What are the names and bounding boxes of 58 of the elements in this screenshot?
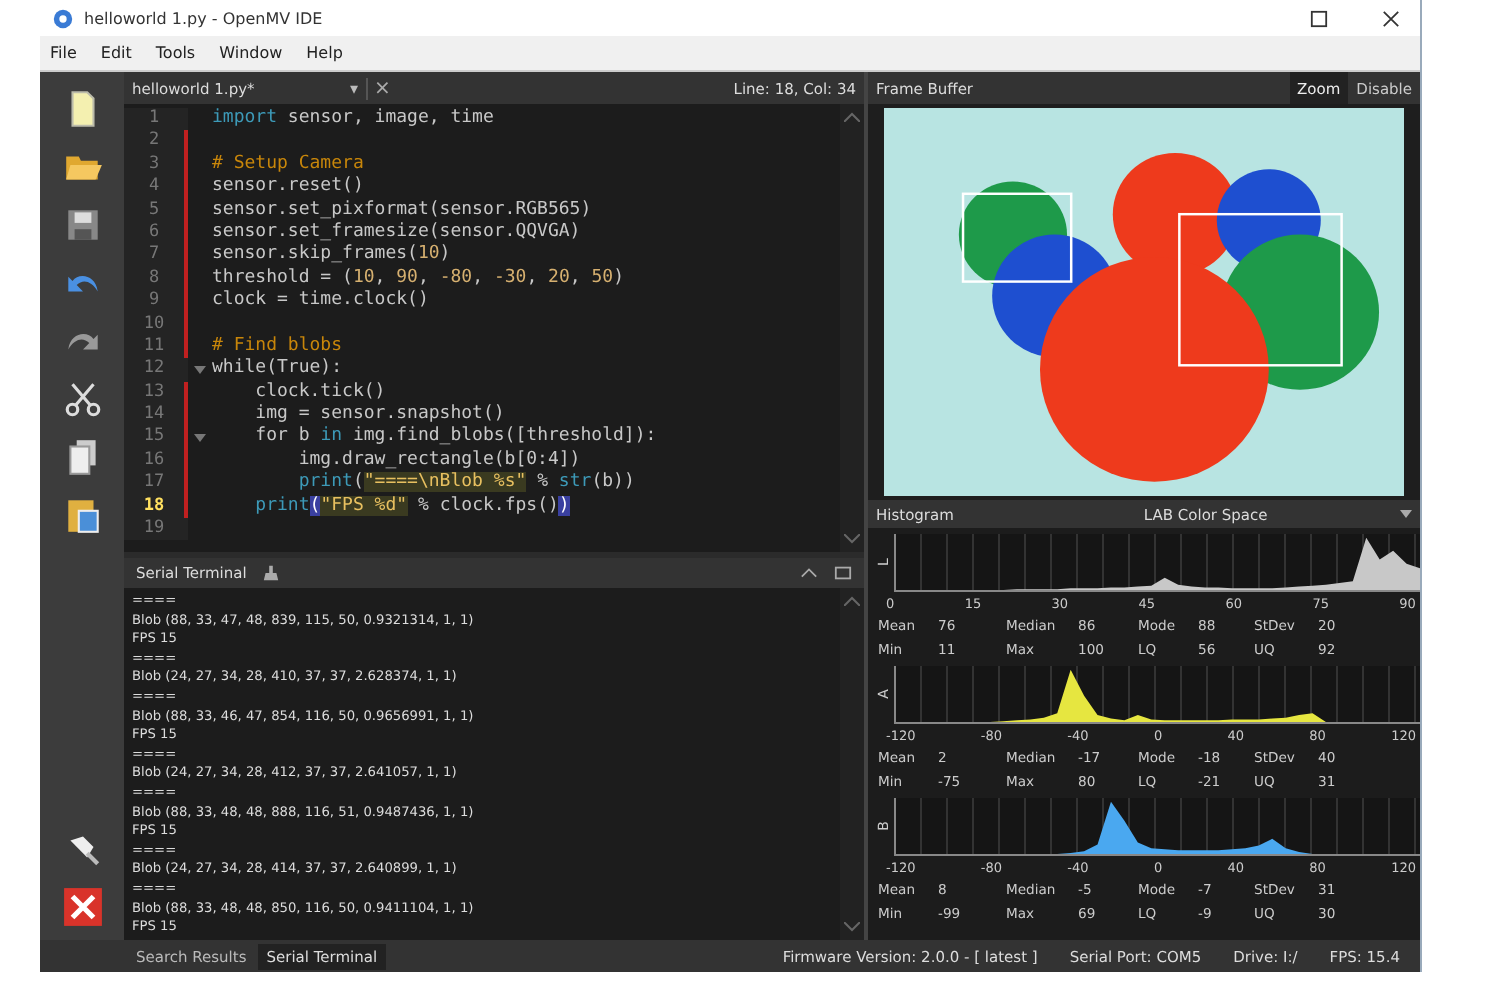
tab-close-button[interactable]: × (366, 77, 397, 99)
app-logo-icon (52, 7, 74, 29)
line-number: 6 (124, 221, 184, 245)
code-line: # Setup Camera (212, 153, 364, 176)
line-number: 1 (124, 108, 184, 131)
menu-item[interactable]: Tools (155, 44, 196, 62)
fold-icon[interactable] (194, 365, 206, 374)
code-line: for b in img.find_blobs([threshold]): (253, 426, 657, 450)
line-number: 13 (124, 381, 184, 405)
line-number: 14 (124, 404, 184, 427)
fold-icon[interactable] (194, 434, 206, 443)
maximize-panel-icon[interactable] (834, 564, 852, 582)
broom-icon[interactable] (262, 564, 281, 582)
code-line: import sensor, image, time (212, 108, 494, 131)
line-number: 12 (124, 358, 184, 382)
line-number: 7 (124, 244, 184, 268)
menu-item[interactable]: Help (306, 44, 343, 62)
code-line: sensor.set_framesize(sensor.QQVGA) (212, 221, 581, 244)
tab-menu-button[interactable]: ▾ (350, 79, 359, 97)
code-line: sensor.reset() (212, 176, 364, 200)
line-number: 8 (124, 267, 184, 291)
stop-icon[interactable] (61, 886, 103, 928)
menu-item[interactable]: File (50, 44, 77, 62)
maximize-icon[interactable] (1310, 9, 1328, 27)
code-line: # Find blobs (212, 335, 343, 358)
line-number: 19 (124, 518, 184, 541)
line-number: 5 (124, 199, 184, 222)
code-line: sensor.skip_frames(10) (212, 244, 451, 268)
scroll-down-icon[interactable] (844, 922, 860, 932)
line-number: 4 (124, 176, 184, 200)
dropdown-caret-icon[interactable] (1400, 510, 1412, 518)
line-number: 3 (124, 153, 184, 177)
code-line: img.draw_rectangle(b[0:4]) (296, 449, 581, 472)
line-number: 16 (124, 449, 184, 473)
scroll-up-icon[interactable] (844, 112, 860, 122)
code-line: img = sensor.snapshot() (253, 404, 505, 426)
line-number: 17 (124, 472, 184, 496)
code-line: print("====\nBlob %s" % str(b)) (296, 472, 635, 496)
scissors-icon[interactable] (61, 378, 103, 420)
menu-item[interactable]: Edit (100, 44, 132, 62)
line-number: 10 (124, 313, 184, 336)
line-number: 11 (124, 335, 184, 359)
line-number: 9 (124, 290, 184, 314)
close-icon[interactable] (1382, 9, 1400, 27)
scroll-down-icon[interactable] (844, 534, 860, 544)
line-number: 2 (124, 130, 184, 154)
code-line: sensor.set_pixformat(sensor.RGB565) (212, 199, 592, 222)
collapse-icon[interactable] (800, 564, 818, 582)
scroll-up-icon[interactable] (844, 596, 860, 606)
code-line: while(True): (212, 358, 343, 382)
code-line: clock = time.clock() (212, 290, 429, 314)
window-title: helloworld 1.py - OpenMV IDE (84, 9, 323, 27)
line-number: 15 (124, 426, 184, 450)
code-line: print("FPS %d" % clock.fps()) (253, 495, 570, 519)
line-number: 18 (124, 495, 184, 519)
menu-item[interactable]: Window (219, 44, 283, 62)
code-line: threshold = (10, 90, -80, -30, 20, 50) (212, 267, 624, 290)
code-line: clock.tick() (253, 381, 386, 404)
